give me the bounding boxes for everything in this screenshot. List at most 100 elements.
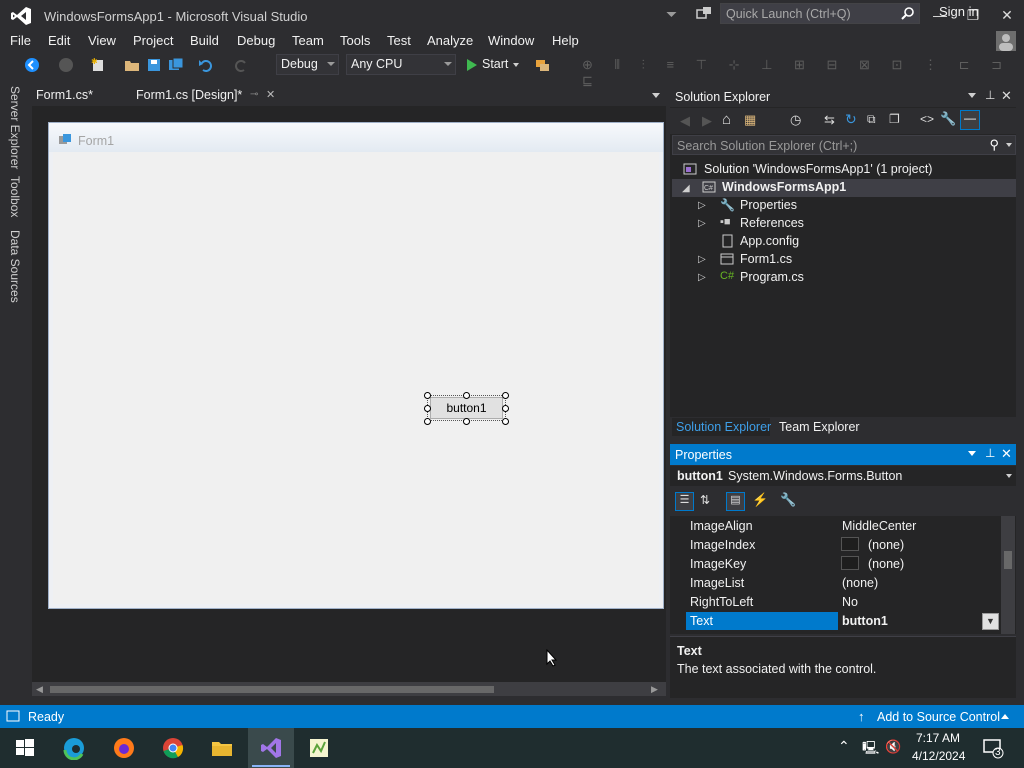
tab-form1-design[interactable]: Form1.cs [Design]* ⊸ ✕ bbox=[132, 86, 280, 106]
clock-date[interactable]: 4/12/2024 bbox=[912, 749, 965, 763]
button1-control[interactable]: button1 bbox=[430, 397, 503, 419]
events-lightning-icon[interactable]: ⚡ bbox=[752, 492, 768, 508]
feedback-icon[interactable] bbox=[696, 6, 712, 22]
quick-launch-input[interactable]: Quick Launch (Ctrl+Q) bbox=[720, 3, 920, 24]
scrollbar-thumb[interactable] bbox=[50, 686, 494, 693]
expand-arrow-icon[interactable]: ▷ bbox=[698, 254, 706, 265]
menu-team[interactable]: Team bbox=[292, 33, 324, 48]
prop-value-right-to-left[interactable]: No bbox=[842, 595, 858, 609]
start-debugging-button[interactable]: Start bbox=[464, 56, 524, 74]
close-window-button[interactable]: ✕ bbox=[997, 6, 1017, 24]
scroll-left-icon[interactable]: ◀ bbox=[36, 684, 43, 695]
back-icon[interactable]: ◀ bbox=[680, 113, 690, 129]
prop-value-image-index[interactable]: (none) bbox=[868, 538, 904, 552]
tab-overflow-chevron-icon[interactable] bbox=[652, 93, 660, 98]
show-all-files-icon[interactable]: ❐ bbox=[889, 112, 900, 126]
resize-handle[interactable] bbox=[502, 405, 509, 412]
clock-time[interactable]: 7:17 AM bbox=[916, 731, 960, 745]
resize-handle[interactable] bbox=[424, 418, 431, 425]
resize-handle[interactable] bbox=[463, 418, 470, 425]
close-tab-icon[interactable]: ✕ bbox=[266, 88, 275, 101]
resize-handle[interactable] bbox=[424, 392, 431, 399]
platform-dropdown[interactable]: Any CPU bbox=[346, 54, 456, 75]
tree-item-project[interactable]: WindowsFormsApp1 bbox=[722, 180, 846, 194]
tree-item-form1[interactable]: Form1.cs bbox=[740, 252, 792, 266]
prop-value-image-align[interactable]: MiddleCenter bbox=[842, 519, 916, 533]
file-explorer-icon[interactable] bbox=[210, 736, 234, 760]
resize-handle[interactable] bbox=[502, 418, 509, 425]
menu-analyze[interactable]: Analyze bbox=[427, 33, 473, 48]
pending-changes-icon[interactable]: ◷ bbox=[790, 112, 801, 128]
chevron-down-icon[interactable] bbox=[1006, 143, 1012, 147]
tree-item-app-config[interactable]: App.config bbox=[740, 234, 799, 248]
properties-view-icon[interactable]: ▤ bbox=[726, 492, 745, 511]
chrome-icon[interactable] bbox=[161, 736, 185, 760]
collapse-all-icon[interactable]: ⧉ bbox=[867, 112, 876, 127]
scrollbar-thumb[interactable] bbox=[1004, 551, 1012, 569]
prop-name-image-index[interactable]: ImageIndex bbox=[690, 538, 755, 552]
edge-browser-icon[interactable] bbox=[62, 736, 86, 760]
tab-team-explorer[interactable]: Team Explorer bbox=[779, 420, 860, 434]
home-icon[interactable]: ⌂ bbox=[722, 111, 731, 128]
action-center-icon[interactable]: 3 bbox=[982, 737, 1004, 759]
prop-value-image-list[interactable]: (none) bbox=[842, 576, 878, 590]
prop-name-image-align[interactable]: ImageAlign bbox=[690, 519, 753, 533]
server-explorer-tab[interactable]: Server Explorer bbox=[8, 86, 22, 169]
property-pages-icon[interactable]: 🔧 bbox=[780, 492, 796, 508]
tab-solution-explorer[interactable]: Solution Explorer bbox=[676, 420, 771, 434]
windows-start-icon[interactable] bbox=[13, 736, 37, 760]
chevron-down-icon[interactable] bbox=[968, 93, 976, 98]
menu-view[interactable]: View bbox=[88, 33, 116, 48]
preview-selected-icon[interactable]: — bbox=[960, 110, 980, 130]
output-window-icon[interactable] bbox=[6, 710, 20, 722]
filter-icon[interactable]: ⏷ bbox=[666, 6, 680, 22]
undo-icon[interactable] bbox=[198, 57, 214, 73]
visual-studio-taskbar-icon[interactable] bbox=[259, 736, 283, 760]
firefox-icon[interactable] bbox=[112, 736, 136, 760]
resize-handle[interactable] bbox=[502, 392, 509, 399]
scroll-right-icon[interactable]: ▶ bbox=[651, 684, 658, 695]
prop-name-text[interactable]: Text bbox=[690, 614, 713, 628]
menu-build[interactable]: Build bbox=[190, 33, 219, 48]
pin-icon[interactable]: ⊥ bbox=[985, 88, 995, 102]
forward-icon[interactable]: ▶ bbox=[702, 113, 712, 129]
navigate-forward-icon[interactable] bbox=[58, 57, 74, 73]
volume-muted-icon[interactable]: 🔇 bbox=[885, 739, 901, 755]
attach-debugger-icon[interactable] bbox=[534, 57, 550, 73]
expand-arrow-icon[interactable]: ▷ bbox=[698, 218, 706, 229]
menu-window[interactable]: Window bbox=[488, 33, 534, 48]
property-grid-scrollbar[interactable] bbox=[1001, 516, 1015, 634]
chevron-up-icon[interactable] bbox=[1001, 714, 1009, 719]
prop-name-image-key[interactable]: ImageKey bbox=[690, 557, 746, 571]
prop-value-image-key[interactable]: (none) bbox=[868, 557, 904, 571]
form1-window[interactable]: Form1 bbox=[48, 122, 664, 609]
alphabetical-icon[interactable]: ⇅ bbox=[700, 493, 710, 507]
solution-config-dropdown[interactable]: Debug bbox=[276, 54, 339, 75]
close-icon[interactable]: ✕ bbox=[1001, 446, 1012, 462]
form1-client-area[interactable] bbox=[53, 152, 659, 604]
view-code-icon[interactable]: <> bbox=[920, 112, 934, 126]
prop-value-text[interactable]: button1 bbox=[842, 614, 888, 628]
tree-item-references[interactable]: References bbox=[740, 216, 804, 230]
solution-search-input[interactable]: Search Solution Explorer (Ctrl+;) ⚲ bbox=[672, 135, 1016, 155]
tree-item-program[interactable]: Program.cs bbox=[740, 270, 804, 284]
add-to-source-control-button[interactable]: Add to Source Control bbox=[877, 710, 1000, 724]
menu-file[interactable]: File bbox=[10, 33, 31, 48]
categorized-icon[interactable]: ☰ bbox=[675, 492, 694, 511]
navigate-back-icon[interactable] bbox=[24, 57, 40, 73]
dropdown-arrow-icon[interactable]: ▼ bbox=[982, 613, 999, 630]
menu-test[interactable]: Test bbox=[387, 33, 411, 48]
menu-debug[interactable]: Debug bbox=[237, 33, 275, 48]
prop-name-right-to-left[interactable]: RightToLeft bbox=[690, 595, 753, 609]
resize-handle[interactable] bbox=[424, 405, 431, 412]
refresh-icon[interactable]: ↻ bbox=[845, 111, 857, 128]
prop-name-image-list[interactable]: ImageList bbox=[690, 576, 744, 590]
tab-form1-code[interactable]: Form1.cs* bbox=[32, 86, 130, 106]
save-icon[interactable] bbox=[146, 57, 162, 73]
sync-icon[interactable]: ⇆ bbox=[824, 112, 835, 128]
save-all-icon[interactable] bbox=[168, 57, 184, 73]
user-avatar-icon[interactable] bbox=[996, 31, 1016, 51]
pin-icon[interactable]: ⊥ bbox=[985, 446, 995, 460]
tree-item-properties[interactable]: Properties bbox=[740, 198, 797, 212]
expand-arrow-icon[interactable]: ▷ bbox=[698, 272, 706, 283]
